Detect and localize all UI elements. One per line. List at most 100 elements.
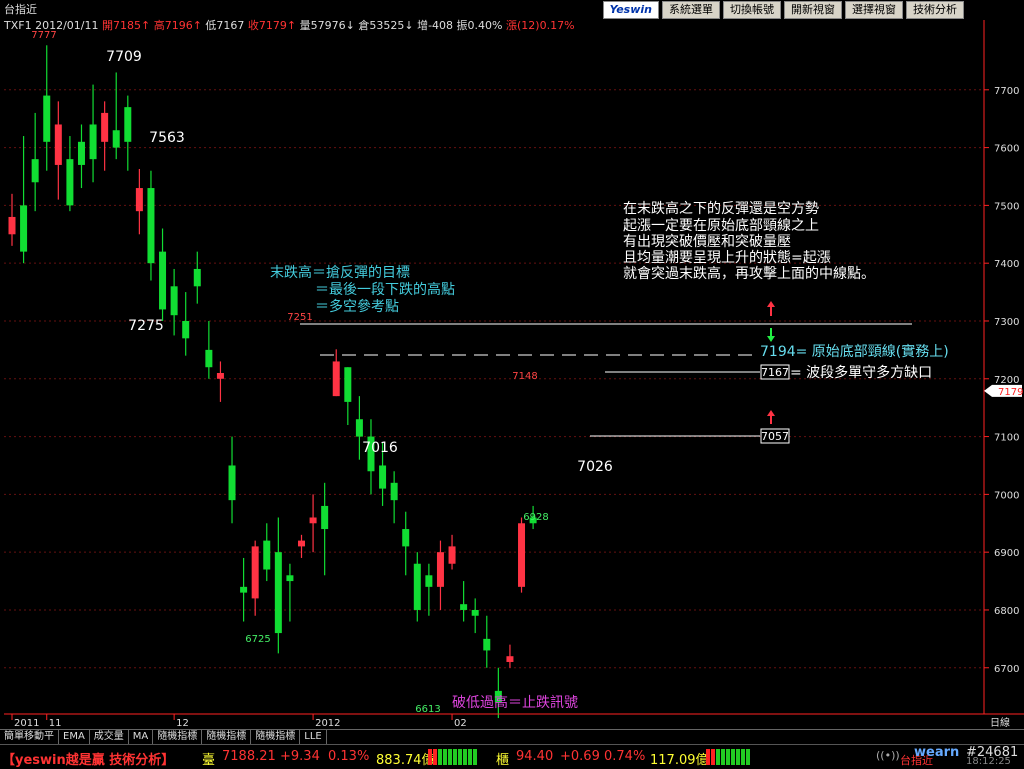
user-text: wearn: [914, 745, 960, 760]
candle-body: [483, 638, 491, 651]
white-note-line-4: 且均量潮要呈現上升的狀態=起漲: [623, 250, 831, 266]
x-tick-label: 02: [454, 718, 467, 729]
tab-ema[interactable]: EMA: [59, 730, 90, 744]
candle-body: [240, 586, 248, 593]
white-note-line-3: 有出現突破價壓和突破量壓: [623, 233, 791, 250]
tab-stochastic-3[interactable]: 隨機指標: [251, 730, 301, 744]
candle-body: [193, 268, 201, 287]
candle-body: [518, 523, 526, 587]
candle-body: [159, 251, 167, 310]
candle-body: [182, 320, 190, 339]
otc-volume-bars: [706, 749, 750, 765]
twse-price: 7188.21: [222, 749, 276, 764]
y-tick-label: 6800: [994, 606, 1019, 617]
candle-body: [321, 505, 329, 530]
candle-body: [460, 604, 468, 610]
twse-label: 臺: [202, 753, 216, 768]
y-tick-label: 7400: [994, 259, 1019, 270]
otc-change: +0.69: [560, 749, 600, 764]
price-label-7709: 7709: [106, 49, 142, 65]
x-tick-label: 12: [176, 718, 189, 729]
tab-lle[interactable]: LLE: [300, 730, 327, 744]
value-box-7167-text: 7167: [761, 366, 789, 379]
otc-pct: 0.74%: [604, 749, 646, 764]
candle-body: [286, 575, 294, 582]
otc-price: 94.40: [516, 749, 554, 764]
candle-body: [101, 112, 109, 142]
price-label-7251: 7251: [287, 312, 312, 323]
neckline-label: 7194= 原始底部頸線(實務上): [760, 343, 949, 360]
price-label-7563: 7563: [149, 130, 185, 146]
tab-ma[interactable]: MA: [129, 730, 154, 744]
price-label-7016: 7016: [362, 440, 398, 456]
cyan-note-line-1: 末跌高＝搶反彈的目標: [270, 264, 410, 281]
otc-label: 櫃: [496, 753, 510, 768]
x-tick-label: 11: [49, 718, 62, 729]
candle-body: [77, 141, 85, 165]
candle-body: [20, 205, 28, 252]
candle-body: [43, 95, 51, 142]
brand-text: 【yeswin越是贏 技術分析】: [2, 753, 175, 768]
candle-body: [8, 216, 16, 235]
candle-body: [251, 546, 259, 599]
x-axis-unit: 日線: [990, 716, 1010, 729]
white-note-line-5: 就會突過末跌高，再攻擊上面的中線點。: [623, 265, 875, 282]
tab-volume[interactable]: 成交量: [90, 730, 129, 744]
price-label-6613: 6613: [415, 704, 440, 715]
x-tick-label: 2011: [14, 718, 39, 729]
y-tick-label: 7200: [994, 375, 1019, 386]
value-box-7057-text: 7057: [761, 430, 789, 443]
stop-signal-note: 破低過高＝止跌訊號: [452, 694, 578, 711]
y-tick-label: 7600: [994, 144, 1019, 155]
white-note-line-1: 在末跌高之下的反彈還是空方勢: [623, 200, 819, 217]
y-tick-label: 7300: [994, 317, 1019, 328]
twse-volume: 883.74億: [376, 753, 435, 768]
candle-body: [124, 107, 132, 142]
candle-body: [228, 465, 236, 501]
candle-body: [135, 188, 143, 212]
last-price-text: 7179: [998, 387, 1023, 398]
white-note-line-2: 起漲一定要在原始底部頸線之上: [623, 218, 819, 234]
candle-body: [89, 124, 97, 160]
price-label-6928: 6928: [523, 512, 548, 523]
x-tick-label: 2012: [315, 718, 340, 729]
y-tick-label: 6700: [994, 664, 1019, 675]
cyan-note-line-2: ＝最後一段下跌的高點: [315, 281, 455, 298]
price-label-7148: 7148: [512, 371, 537, 382]
status-bar: 【yeswin越是贏 技術分析】 臺 7188.21 +9.34 0.13% 8…: [0, 744, 1024, 769]
tab-stochastic-1[interactable]: 隨機指標: [153, 730, 203, 744]
y-tick-label: 7100: [994, 433, 1019, 444]
cyan-note-line-3: ＝多空參考點: [315, 298, 399, 315]
down-arrow-icon: [767, 328, 775, 342]
candle-body: [390, 482, 398, 501]
tab-stochastic-2[interactable]: 隨機指標: [202, 730, 252, 744]
tab-simple-ma[interactable]: 簡單移動平: [0, 730, 59, 744]
price-label-7777: 7777: [31, 30, 56, 41]
up-arrow-icon: [767, 301, 775, 316]
candle-body: [274, 552, 282, 634]
candle-body: [66, 159, 74, 206]
candle-body: [425, 575, 433, 587]
candle-body: [216, 373, 224, 379]
candle-body: [263, 540, 271, 570]
otc-volume: 117.09億: [650, 753, 709, 768]
candlestick-chart: 7167 7057 7194= 原始底部頸線(實務上) = 波段多單守多方缺口 …: [4, 20, 1024, 729]
twse-pct: 0.13%: [328, 749, 370, 764]
candle-body: [298, 540, 305, 547]
candle-body: [413, 563, 421, 610]
clock-text: 18:12:25: [966, 756, 1011, 767]
gap-note: = 波段多單守多方缺口: [790, 364, 932, 381]
price-label-7275: 7275: [128, 318, 164, 334]
candle-body: [309, 517, 317, 524]
candle-body: [448, 546, 456, 564]
twse-volume-bars: [428, 749, 477, 765]
candle-body: [344, 367, 352, 402]
y-tick-label: 6900: [994, 548, 1019, 559]
candle-body: [471, 609, 479, 616]
twse-change: +9.34: [280, 749, 320, 764]
indicator-tabs: 簡單移動平 EMA 成交量 MA 隨機指標 隨機指標 隨機指標 LLE: [0, 729, 1024, 744]
price-label-6725: 6725: [245, 634, 270, 645]
price-label-7026: 7026: [577, 459, 613, 475]
candle-body: [332, 361, 340, 397]
y-tick-label: 7000: [994, 490, 1019, 501]
